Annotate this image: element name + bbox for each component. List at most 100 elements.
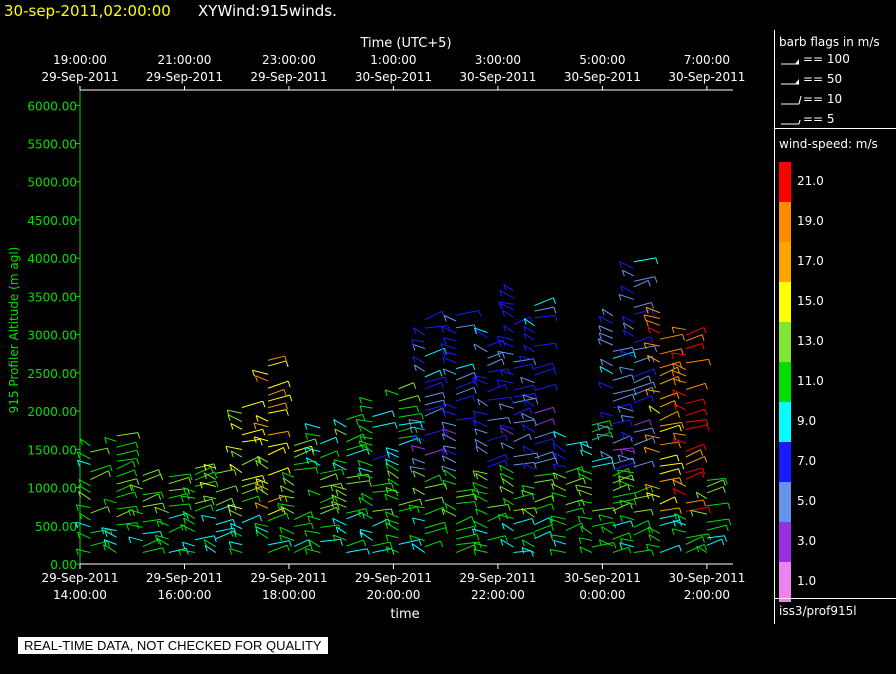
wind-barb [409, 466, 425, 470]
wind-barb [424, 392, 443, 398]
wind-barb [633, 486, 652, 494]
wind-barb-flag [418, 539, 422, 546]
wind-barb-flag [225, 446, 229, 453]
wind-barb-flag [355, 419, 359, 426]
wind-barb [411, 445, 425, 450]
y-tick-label: 1000.00 [27, 482, 77, 496]
wind-barb [398, 382, 414, 390]
wind-barb [411, 339, 425, 343]
wind-barb-flag [647, 520, 651, 527]
wind-barb [618, 293, 634, 300]
wind-barb-flag [420, 413, 424, 420]
wind-barb [116, 478, 137, 485]
wind-barb-flag [160, 491, 164, 499]
wind-barb [443, 337, 457, 342]
wind-barb-flag [551, 524, 554, 532]
wind-barb [267, 512, 287, 522]
y-axis-label: 915 Profiler Altitude (m agl) [7, 247, 21, 414]
wind-barb [346, 548, 368, 554]
wind-barb [241, 514, 260, 524]
wind-barb-flag [507, 504, 511, 511]
wind-barb-flag [630, 520, 634, 528]
x-tick-label: 29-Sep-2011 [459, 571, 536, 585]
wind-barb [534, 406, 554, 414]
wind-barb-flag [282, 508, 286, 515]
colorbar-swatch [779, 562, 791, 602]
wind-barb [267, 495, 286, 503]
wind-barb-flag [724, 478, 728, 485]
wind-barb-flag [235, 485, 239, 492]
wind-barb-flag [286, 544, 290, 552]
wind-barb-flag [581, 507, 585, 515]
wind-barb [456, 493, 475, 498]
wind-barb [455, 544, 475, 553]
wind-barb-flag [444, 483, 448, 490]
y-tick-label: 3500.00 [27, 290, 77, 304]
wind-barb [441, 421, 457, 427]
wind-barb [346, 448, 368, 457]
wind-barb [499, 464, 514, 474]
wind-barb [598, 514, 613, 520]
wind-barb [551, 492, 566, 498]
wind-barb [487, 383, 506, 393]
wind-barb-flag [681, 334, 685, 341]
wind-barb-flag [677, 376, 681, 383]
wind-barb-flag [368, 480, 372, 487]
colorbar-label: 13.0 [797, 334, 824, 348]
wind-barb-flag [498, 301, 502, 309]
wind-barb [659, 400, 675, 408]
wind-barb [487, 396, 511, 401]
wind-barb-flag [554, 343, 558, 350]
wind-barb [267, 402, 286, 409]
wind-barb [633, 395, 652, 404]
y-tick-label: 4500.00 [27, 214, 77, 228]
colorbar-label: 17.0 [797, 254, 824, 268]
wind-barb-flag [441, 497, 445, 504]
wind-barb [659, 462, 682, 467]
wind-barb [659, 544, 680, 554]
wind-barb-flag [609, 420, 613, 427]
wind-barb-flag [440, 382, 444, 389]
wind-barb [346, 480, 370, 485]
wind-barb [659, 519, 680, 526]
wind-barb-flag [259, 514, 263, 522]
wind-barb [77, 459, 91, 465]
x-tick-label: 29-Sep-2011 [146, 571, 223, 585]
wind-barb [320, 468, 343, 474]
wind-barb [320, 538, 341, 543]
wind-barb-flag [529, 407, 533, 415]
wind-barb-flag [575, 484, 579, 492]
wind-barb-flag [671, 327, 675, 334]
wind-barb [633, 368, 654, 378]
wind-barb-flag [553, 307, 557, 314]
y-tick-label: 0.00 [50, 558, 77, 572]
wind-barb [385, 534, 399, 539]
wind-barb [412, 343, 425, 350]
wind-barb [685, 343, 703, 350]
wind-barb-flag [305, 433, 309, 440]
wind-barb [116, 469, 135, 478]
x-tick-label: 20:00:00 [366, 588, 420, 602]
wind-barb-flag [362, 414, 366, 421]
colorbar-label: 19.0 [797, 214, 824, 228]
wind-barb-flag [552, 418, 556, 425]
wind-barb [612, 462, 634, 471]
top-x-tick-label: 30-Sep-2011 [668, 70, 745, 84]
wind-barb-flag [702, 398, 706, 406]
wind-barb-flag [180, 496, 184, 503]
wind-barb [398, 506, 418, 512]
top-x-tick-label: 30-Sep-2011 [564, 70, 641, 84]
wind-barb [685, 506, 709, 512]
wind-barb [455, 363, 473, 370]
wind-barb [103, 544, 117, 553]
wind-barb-flag [510, 397, 514, 404]
wind-barb [633, 257, 656, 263]
wind-barb-flag [703, 327, 707, 334]
wind-barb-flag [671, 352, 675, 360]
colorbar-label: 5.0 [797, 494, 817, 508]
wind-barb-flag [607, 425, 611, 433]
wind-barb-flag [678, 468, 681, 475]
wind-barb [168, 503, 190, 507]
wind-barb-flag [262, 401, 266, 408]
wind-barb [267, 394, 290, 402]
